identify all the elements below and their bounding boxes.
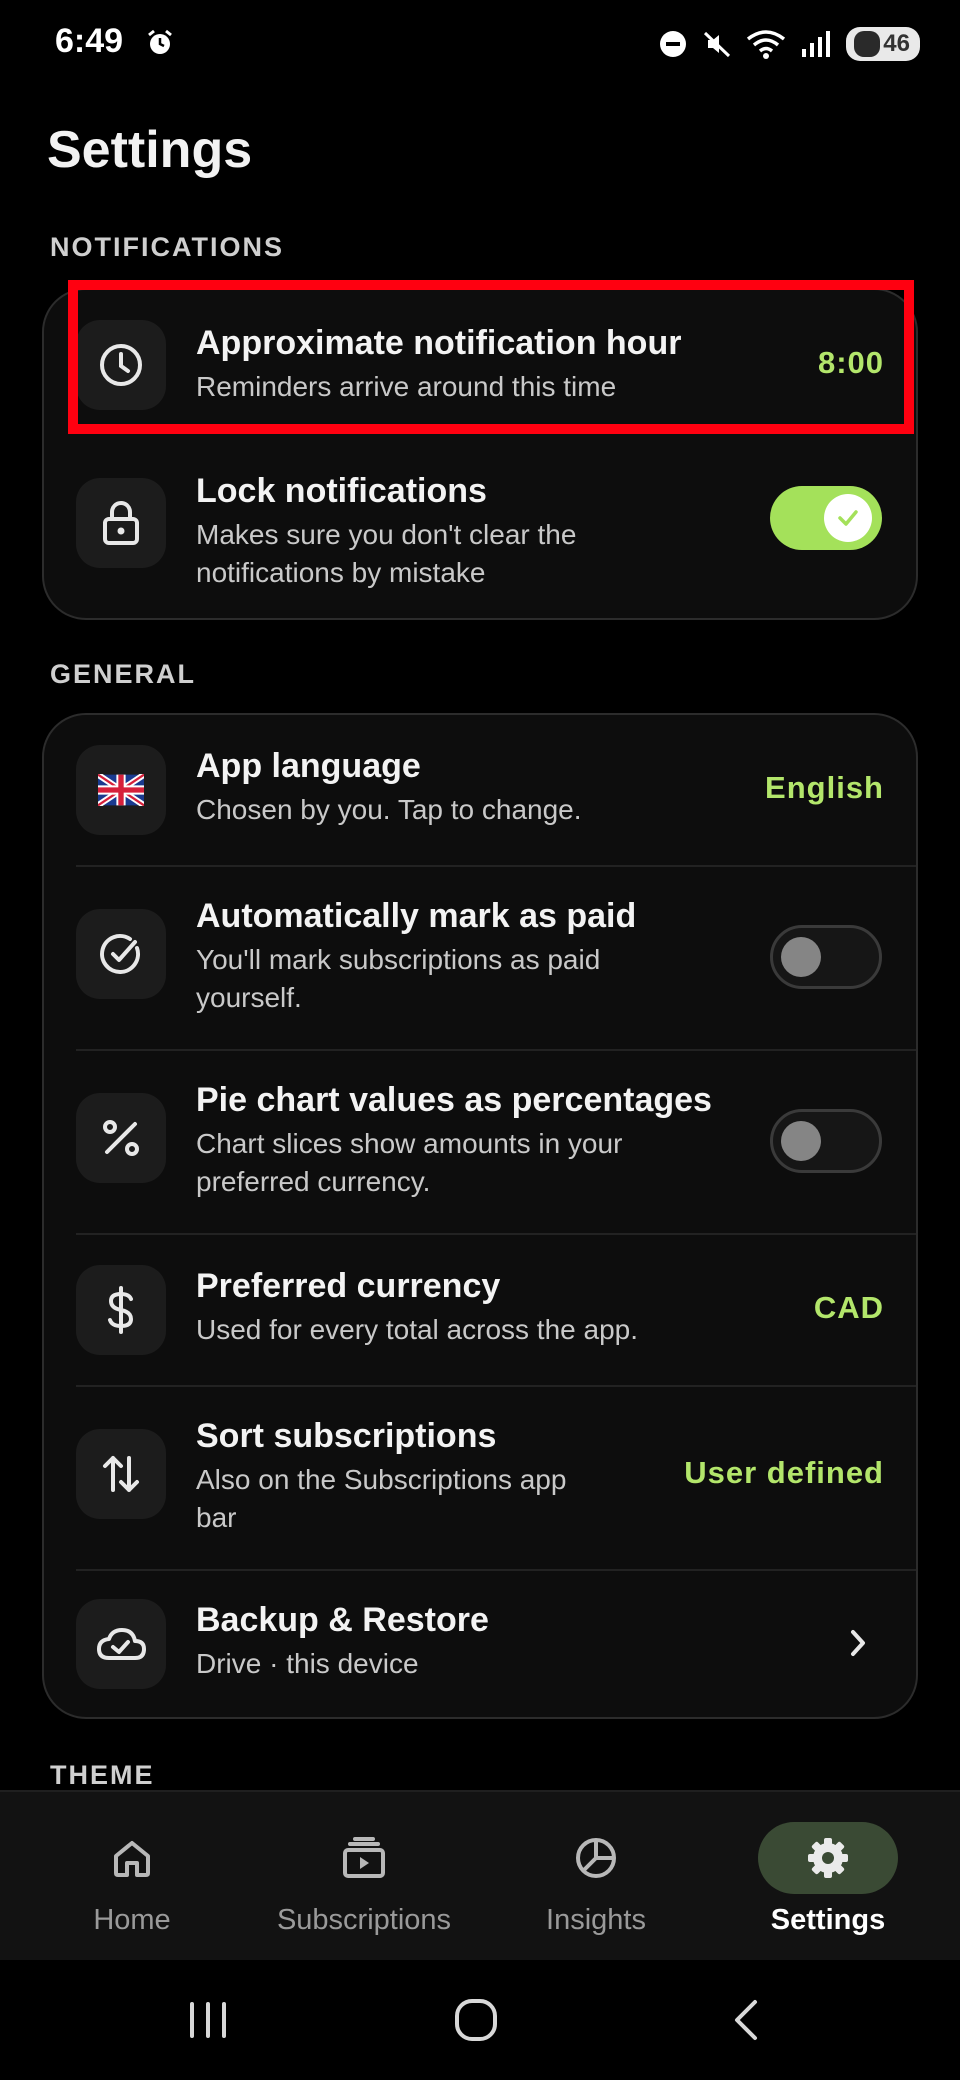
auto-mark-paid-row[interactable]: Automatically mark as paid You'll mark s… <box>44 867 916 1049</box>
row-title: Preferred currency <box>196 1267 501 1305</box>
battery-level: 46 <box>883 30 910 57</box>
sort-arrows-icon <box>76 1429 166 1519</box>
row-subtitle: Drive · this device <box>196 1648 419 1679</box>
lock-notifications-row[interactable]: Lock notifications Makes sure you don't … <box>44 440 916 620</box>
row-subtitle-line-1: Chart slices show amounts in your <box>196 1128 623 1159</box>
row-subtitle-line-1: Also on the Subscriptions app <box>196 1464 567 1495</box>
cloud-check-icon <box>76 1599 166 1689</box>
status-bar: 6:49 46 <box>0 0 960 90</box>
nav-label: Settings <box>770 1904 886 1936</box>
section-label-theme: THEME <box>50 1760 155 1790</box>
nav-label: Insights <box>546 1904 646 1936</box>
row-subtitle-line-1: You'll mark subscriptions as paid <box>196 944 601 975</box>
app-language-value: English <box>765 770 884 805</box>
nav-subscriptions[interactable]: Subscriptions <box>264 1792 464 1962</box>
check-icon <box>824 494 872 542</box>
row-title: Pie chart values as percentages <box>196 1081 712 1119</box>
row-title: Sort subscriptions <box>196 1417 497 1455</box>
page-title: Settings <box>47 121 253 179</box>
row-title: Lock notifications <box>196 472 487 510</box>
row-title: Automatically mark as paid <box>196 897 637 935</box>
section-label-general: GENERAL <box>50 659 197 689</box>
dollar-icon <box>76 1265 166 1355</box>
lock-icon <box>76 478 166 568</box>
sort-value: User defined <box>684 1455 884 1490</box>
battery-icon: 46 <box>846 27 920 61</box>
home-circle-icon[interactable] <box>436 1980 516 2060</box>
signal-icon <box>802 31 830 57</box>
percent-icon <box>76 1093 166 1183</box>
wifi-icon <box>746 30 786 59</box>
home-icon <box>62 1822 202 1894</box>
row-title: App language <box>196 747 421 785</box>
alarm-icon <box>148 29 172 54</box>
currency-value: CAD <box>813 1290 884 1325</box>
bottom-navigation: Home Subscriptions Insights Settings <box>0 1790 960 1962</box>
nav-label: Subscriptions <box>276 1904 452 1936</box>
insights-icon <box>526 1822 666 1894</box>
row-title: Backup & Restore <box>196 1601 489 1639</box>
row-subtitle: Used for every total across the app. <box>196 1314 638 1345</box>
subscriptions-icon <box>294 1822 434 1894</box>
chevron-right-icon <box>851 1630 865 1656</box>
uk-flag-icon <box>76 745 166 835</box>
gear-icon <box>758 1822 898 1894</box>
check-circle-icon <box>76 909 166 999</box>
status-time: 6:49 <box>55 22 124 60</box>
row-subtitle-line-2: bar <box>196 1502 237 1533</box>
nav-insights[interactable]: Insights <box>496 1792 696 1962</box>
row-subtitle-line-1: Makes sure you don't clear the <box>196 519 577 550</box>
nav-label: Home <box>93 1904 171 1936</box>
back-icon[interactable] <box>706 1980 786 2060</box>
system-navigation <box>0 1960 960 2080</box>
sort-subscriptions-row[interactable]: Sort subscriptions Also on the Subscript… <box>44 1387 916 1569</box>
row-subtitle-line-2: notifications by mistake <box>196 557 486 588</box>
row-subtitle: Chosen by you. Tap to change. <box>196 794 582 825</box>
mute-icon <box>703 31 731 58</box>
nav-home[interactable]: Home <box>32 1792 232 1962</box>
do-not-disturb-icon <box>660 31 686 57</box>
pie-percentages-toggle[interactable] <box>770 1109 882 1173</box>
lock-notifications-toggle[interactable] <box>770 486 882 550</box>
section-label-notifications: NOTIFICATIONS <box>50 232 284 262</box>
highlight-box <box>68 280 914 434</box>
recents-icon[interactable] <box>168 1980 248 2060</box>
general-card: App language Chosen by you. Tap to chang… <box>42 713 918 1719</box>
nav-settings[interactable]: Settings <box>728 1792 928 1962</box>
pie-percentages-row[interactable]: Pie chart values as percentages Chart sl… <box>44 1051 916 1233</box>
backup-restore-row[interactable]: Backup & Restore Drive · this device <box>44 1571 916 1719</box>
row-subtitle-line-2: yourself. <box>196 982 302 1013</box>
row-subtitle-line-2: preferred currency. <box>196 1166 431 1197</box>
app-language-row[interactable]: App language Chosen by you. Tap to chang… <box>44 715 916 865</box>
preferred-currency-row[interactable]: Preferred currency Used for every total … <box>44 1235 916 1385</box>
auto-mark-paid-toggle[interactable] <box>770 925 882 989</box>
